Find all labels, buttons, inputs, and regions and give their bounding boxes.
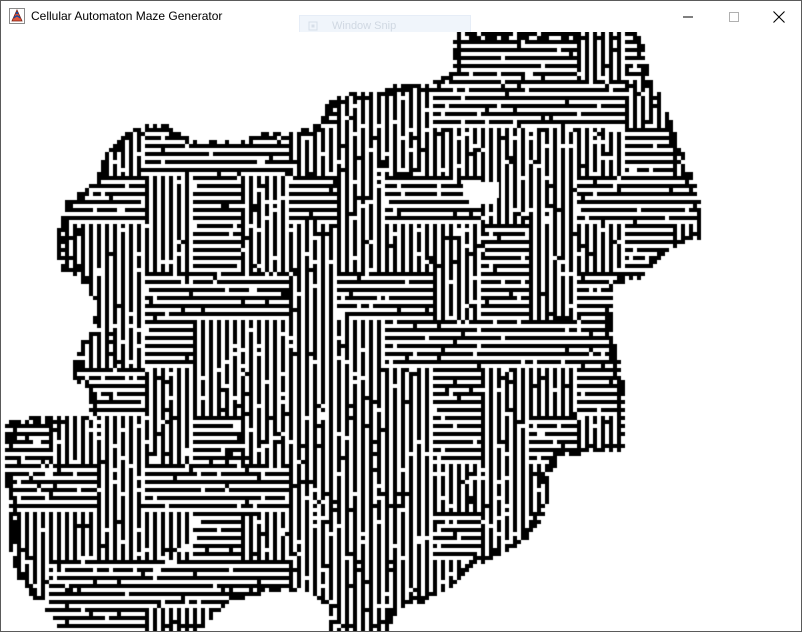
close-button[interactable] (756, 1, 801, 32)
maze-canvas (1, 32, 801, 631)
window-title: Cellular Automaton Maze Generator (31, 9, 223, 23)
snip-icon (308, 21, 318, 31)
close-icon (773, 10, 785, 23)
maze-panel (1, 32, 801, 631)
maximize-icon (729, 11, 739, 22)
snip-label: Window Snip (332, 20, 397, 32)
app-window: Cellular Automaton Maze Generator Window… (0, 0, 802, 632)
java-app-icon[interactable] (9, 8, 25, 24)
maximize-button[interactable] (711, 1, 757, 32)
minimize-icon (683, 16, 693, 17)
minimize-button[interactable] (665, 1, 711, 32)
